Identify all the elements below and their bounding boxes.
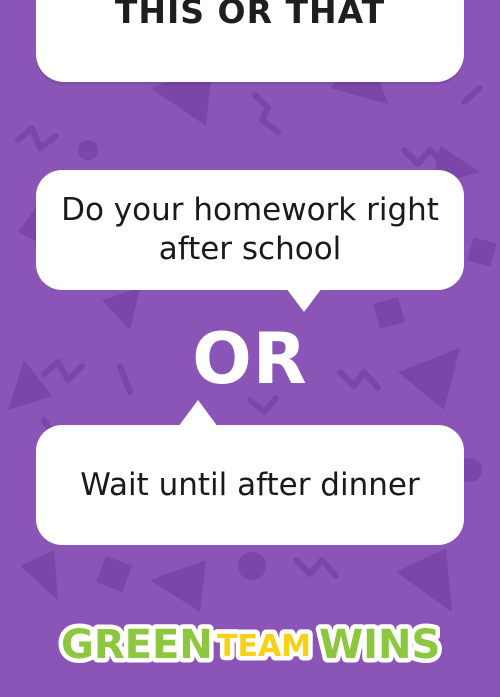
logo-word-wins: WINS bbox=[319, 622, 440, 668]
card-title: THIS OR THAT bbox=[114, 0, 386, 31]
option-b-text: Wait until after dinner bbox=[80, 466, 420, 503]
option-a-bubble-tail bbox=[286, 288, 322, 312]
option-b-bubble: Wait until after dinner bbox=[36, 425, 464, 545]
logo-word-team: TEAM bbox=[217, 629, 311, 664]
option-a-bubble: Do your homework right after school bbox=[36, 170, 464, 290]
logo-word-green: GREEN bbox=[61, 622, 213, 668]
green-team-wins-logo: GREEN TEAM WINS bbox=[57, 618, 443, 668]
option-b-bubble-tail bbox=[178, 400, 218, 427]
title-card: THIS OR THAT bbox=[36, 0, 464, 82]
or-separator: OR bbox=[192, 318, 308, 400]
option-a-text: Do your homework right after school bbox=[61, 192, 439, 267]
